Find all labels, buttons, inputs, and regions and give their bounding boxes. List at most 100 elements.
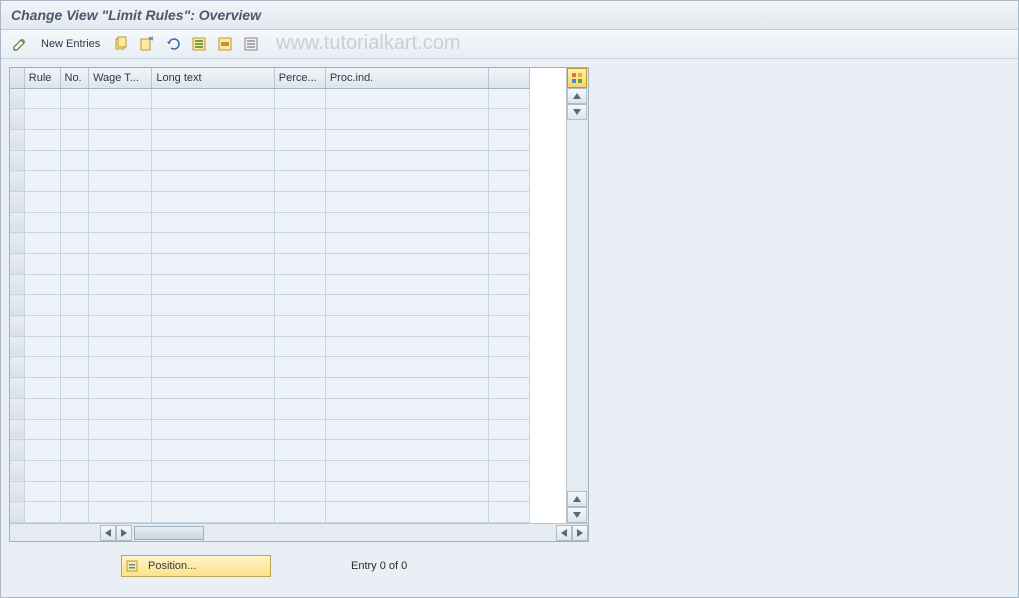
cell-perc[interactable] [274,398,325,419]
cell-proc[interactable] [325,357,488,378]
cell-proc[interactable] [325,378,488,399]
cell-proc[interactable] [325,212,488,233]
cell-rule[interactable] [24,88,60,109]
cell-rule[interactable] [24,295,60,316]
undo-icon[interactable] [162,34,184,54]
cell-no[interactable] [60,502,89,523]
column-header-proc-ind[interactable]: Proc.ind. [325,68,488,88]
table-row[interactable] [10,274,530,295]
cell-proc[interactable] [325,254,488,275]
cell-no[interactable] [60,481,89,502]
cell-no[interactable] [60,191,89,212]
cell-rule[interactable] [24,233,60,254]
scroll-thumb-horizontal[interactable] [134,526,204,540]
cell-perc[interactable] [274,357,325,378]
cell-no[interactable] [60,357,89,378]
cell-wage[interactable] [89,150,152,171]
cell-proc[interactable] [325,150,488,171]
table-row[interactable] [10,129,530,150]
cell-proc[interactable] [325,502,488,523]
cell-rule[interactable] [24,212,60,233]
cell-perc[interactable] [274,419,325,440]
row-selector[interactable] [10,336,24,357]
scroll-left-end-icon[interactable] [556,525,572,541]
cell-wage[interactable] [89,419,152,440]
row-selector[interactable] [10,233,24,254]
cell-wage[interactable] [89,502,152,523]
cell-long[interactable] [152,316,274,337]
cell-proc[interactable] [325,274,488,295]
cell-rule[interactable] [24,150,60,171]
row-selector[interactable] [10,316,24,337]
change-mode-icon[interactable] [9,34,31,54]
cell-no[interactable] [60,254,89,275]
cell-long[interactable] [152,88,274,109]
cell-rule[interactable] [24,129,60,150]
cell-no[interactable] [60,150,89,171]
table-row[interactable] [10,460,530,481]
select-all-icon[interactable] [188,34,210,54]
table-row[interactable] [10,357,530,378]
table-row[interactable] [10,88,530,109]
cell-proc[interactable] [325,398,488,419]
cell-rule[interactable] [24,440,60,461]
cell-no[interactable] [60,171,89,192]
cell-proc[interactable] [325,481,488,502]
cell-rule[interactable] [24,316,60,337]
cell-long[interactable] [152,212,274,233]
row-selector[interactable] [10,295,24,316]
cell-perc[interactable] [274,378,325,399]
cell-rule[interactable] [24,357,60,378]
cell-wage[interactable] [89,171,152,192]
cell-no[interactable] [60,109,89,130]
cell-perc[interactable] [274,88,325,109]
cell-no[interactable] [60,233,89,254]
column-header-no[interactable]: No. [60,68,89,88]
scroll-up-icon[interactable] [567,88,587,104]
cell-perc[interactable] [274,212,325,233]
cell-rule[interactable] [24,502,60,523]
cell-proc[interactable] [325,191,488,212]
select-block-icon[interactable] [214,34,236,54]
cell-long[interactable] [152,274,274,295]
row-selector[interactable] [10,440,24,461]
table-row[interactable] [10,378,530,399]
column-header-wage-type[interactable]: Wage T... [89,68,152,88]
new-entries-button[interactable]: New Entries [35,38,106,50]
cell-wage[interactable] [89,357,152,378]
cell-rule[interactable] [24,171,60,192]
cell-long[interactable] [152,357,274,378]
cell-proc[interactable] [325,109,488,130]
table-row[interactable] [10,398,530,419]
cell-long[interactable] [152,419,274,440]
cell-long[interactable] [152,378,274,399]
cell-wage[interactable] [89,254,152,275]
row-selector[interactable] [10,419,24,440]
scroll-right-inner-icon[interactable] [116,525,132,541]
cell-wage[interactable] [89,481,152,502]
cell-perc[interactable] [274,316,325,337]
table-row[interactable] [10,233,530,254]
cell-long[interactable] [152,254,274,275]
cell-proc[interactable] [325,460,488,481]
row-selector[interactable] [10,212,24,233]
table-row[interactable] [10,295,530,316]
position-button[interactable]: Position... [121,555,271,577]
table-row[interactable] [10,171,530,192]
scroll-left-icon[interactable] [100,525,116,541]
cell-no[interactable] [60,295,89,316]
table-row[interactable] [10,254,530,275]
cell-long[interactable] [152,191,274,212]
cell-wage[interactable] [89,398,152,419]
cell-rule[interactable] [24,481,60,502]
cell-perc[interactable] [274,440,325,461]
cell-proc[interactable] [325,440,488,461]
table-row[interactable] [10,502,530,523]
cell-rule[interactable] [24,460,60,481]
cell-proc[interactable] [325,171,488,192]
cell-proc[interactable] [325,129,488,150]
cell-perc[interactable] [274,254,325,275]
cell-long[interactable] [152,150,274,171]
column-header-percentage[interactable]: Perce... [274,68,325,88]
cell-wage[interactable] [89,336,152,357]
